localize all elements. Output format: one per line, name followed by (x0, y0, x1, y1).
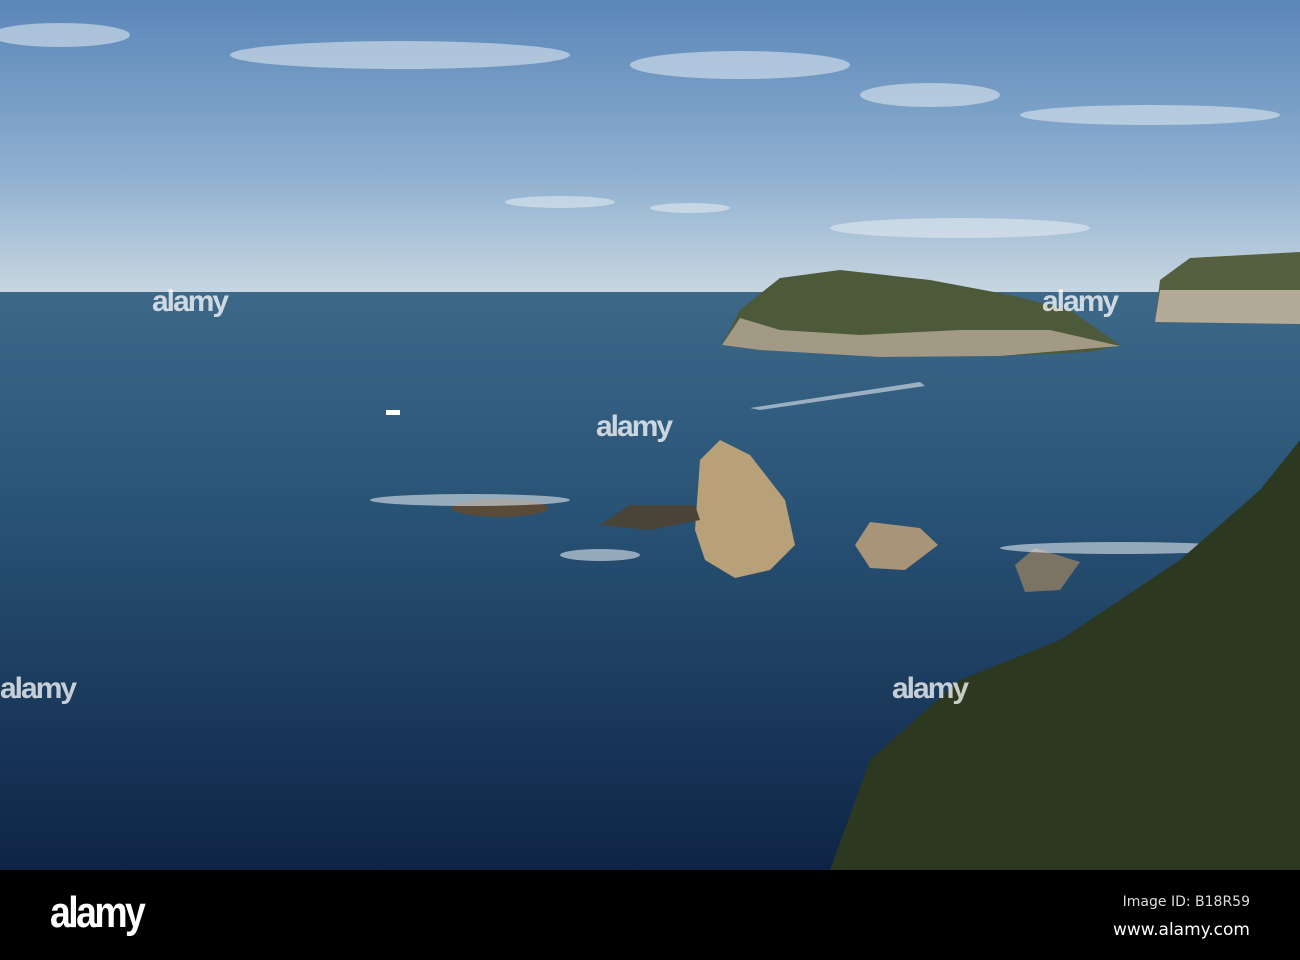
watermark: alamy (152, 285, 229, 318)
site-url: www.alamy.com (1112, 920, 1250, 940)
watermark: alamy (892, 672, 969, 705)
image-id: Image ID: B18R59 (1122, 894, 1250, 910)
boat (386, 410, 400, 415)
watermark: alamy (596, 410, 673, 443)
alamy-logo: alamy (50, 888, 146, 937)
footer-bar: alamy Image ID: B18R59 www.alamy.com (0, 870, 1300, 960)
watermark: alamy (1042, 285, 1119, 318)
sky (0, 0, 1300, 292)
headland-cliff (1155, 290, 1300, 324)
stock-photo-page: alamy alamy alamy alamy alamy alamy Imag… (0, 0, 1300, 960)
watermark: alamy (0, 672, 77, 705)
